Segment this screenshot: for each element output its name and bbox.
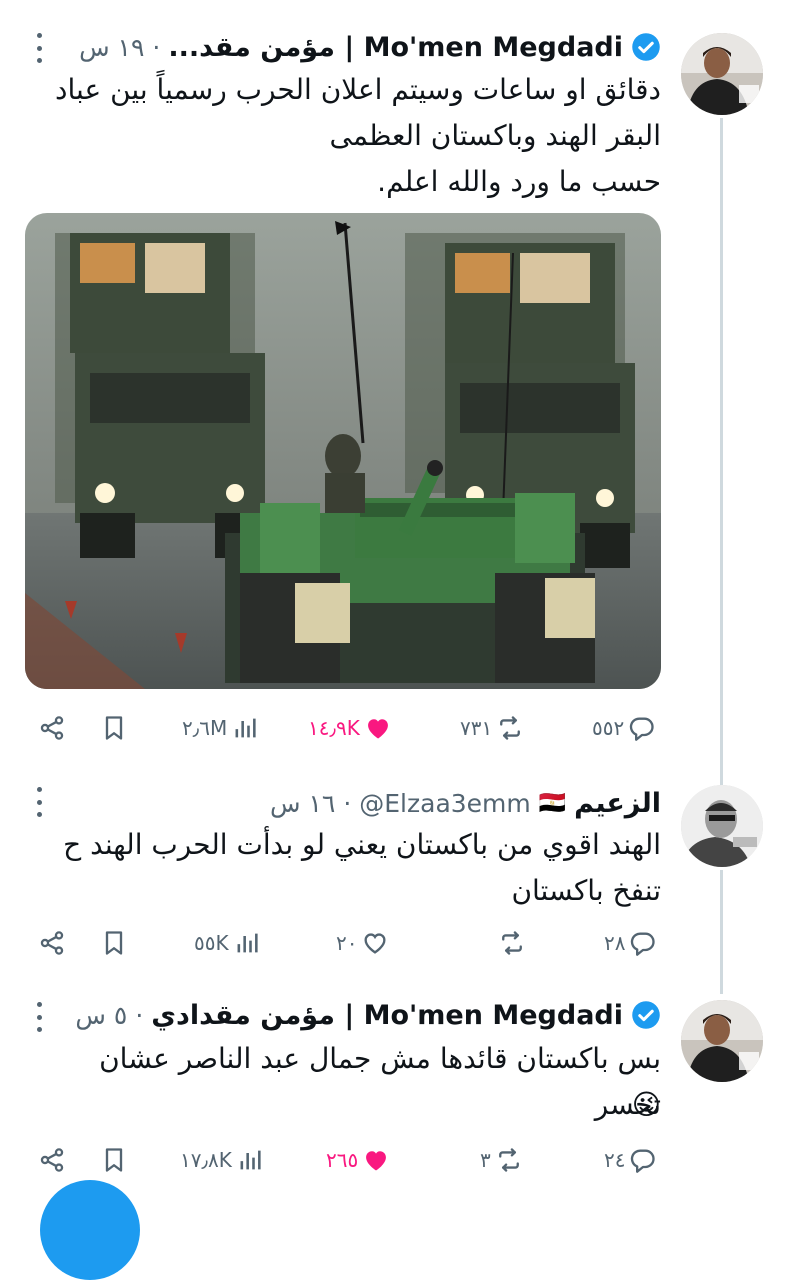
bookmark-button[interactable] (100, 708, 128, 748)
retweet-button[interactable]: ٣ (480, 1140, 523, 1180)
share-icon (40, 931, 64, 955)
tweet-2[interactable]: الزعيم 🇪🇬 @Elzaa3emm · ١٦ س الهند اقوي م… (0, 775, 789, 990)
views-stat[interactable]: ١٧٫٨K (180, 1140, 264, 1180)
like-count: ٢٦٥ (326, 1148, 359, 1172)
share-icon (40, 1148, 64, 1172)
share-button[interactable] (38, 923, 66, 963)
retweet-count: ٧٣١ (460, 716, 493, 740)
egypt-flag-icon: 🇪🇬 (538, 790, 567, 816)
reply-icon (631, 1149, 656, 1173)
retweet-icon (500, 716, 521, 740)
bookmark-icon (105, 716, 123, 740)
bookmark-icon (105, 1148, 123, 1172)
separator-dot: · (343, 788, 352, 818)
more-options-icon[interactable] (34, 787, 44, 817)
like-button[interactable]: ١٤٫٩K (308, 708, 392, 748)
reply-count: ٢٨ (604, 931, 626, 955)
wink-emoji: 😉 (631, 1088, 661, 1121)
retweet-icon (498, 1148, 519, 1172)
avatar[interactable] (681, 1000, 763, 1082)
more-options-icon[interactable] (34, 1002, 44, 1032)
share-button[interactable] (38, 708, 66, 748)
more-options-icon[interactable] (34, 33, 44, 63)
tweet-actions: ١٧٫٨K ٢٦٥ ٣ ٢٤ (26, 1140, 666, 1180)
reply-button[interactable]: ٢٨ (604, 923, 657, 963)
timestamp[interactable]: ١٩ س (79, 33, 144, 62)
tweet-actions: ٢٫٦M ١٤٫٩K ٧٣١ ٥٥٢ (26, 708, 666, 748)
reply-icon (631, 932, 656, 956)
tweet-1[interactable]: Mo'men Megdadi | مؤمن مقد... · ١٩ س دقائ… (0, 0, 789, 775)
views-stat[interactable]: ٢٫٦M (182, 708, 259, 748)
tweet-text: دقائق او ساعات وسيتم اعلان الحرب رسمياً … (55, 73, 661, 198)
separator-dot: · (135, 1000, 144, 1030)
like-button[interactable]: ٢٠ (336, 923, 389, 963)
share-icon (40, 716, 64, 740)
views-count: ١٧٫٨K (180, 1148, 232, 1172)
like-count: ١٤٫٩K (308, 716, 360, 740)
tweet-actions: ٥٥K ٢٠ ٢٨ (26, 923, 666, 963)
views-count: ٥٥K (194, 931, 229, 955)
reply-button[interactable]: ٢٤ (604, 1140, 657, 1180)
views-count: ٢٫٦M (182, 716, 228, 740)
views-icon (235, 718, 256, 738)
bookmark-icon (105, 931, 123, 955)
heart-filled-icon (366, 1151, 387, 1171)
avatar[interactable] (681, 33, 763, 115)
share-button[interactable] (38, 1140, 66, 1180)
views-icon (240, 1150, 261, 1170)
tweet-3[interactable]: Mo'men Megdadi | مؤمن مقدادي · ٥ س بس با… (0, 990, 789, 1200)
views-stat[interactable]: ٥٥K (194, 923, 261, 963)
views-icon (237, 933, 258, 953)
retweet-button[interactable]: ٧٣١ (460, 708, 524, 748)
like-count: ٢٠ (336, 931, 358, 955)
reply-button[interactable]: ٥٥٢ (592, 708, 656, 748)
heart-icon (364, 933, 386, 954)
verified-badge-icon (632, 1001, 660, 1029)
avatar[interactable] (681, 785, 763, 867)
tweet-image[interactable] (25, 213, 661, 689)
compose-button[interactable] (40, 1180, 140, 1280)
retweet-icon (502, 931, 522, 955)
timestamp[interactable]: ٥ س (75, 1001, 127, 1030)
reply-count: ٥٥٢ (592, 716, 625, 740)
bookmark-button[interactable] (100, 1140, 128, 1180)
tweet-text: الهند اقوي من باكستان يعني لو بدأت الحرب… (63, 828, 661, 907)
bookmark-button[interactable] (100, 923, 128, 963)
display-name[interactable]: Mo'men Megdadi | مؤمن مقد... (168, 32, 623, 63)
reply-icon (630, 717, 654, 741)
retweet-count: ٣ (480, 1148, 491, 1172)
separator-dot: · (152, 32, 161, 62)
heart-filled-icon (367, 719, 388, 739)
reply-count: ٢٤ (604, 1148, 626, 1172)
display-name[interactable]: الزعيم (574, 788, 661, 819)
like-button[interactable]: ٢٦٥ (326, 1140, 390, 1180)
display-name[interactable]: Mo'men Megdadi | مؤمن مقدادي (151, 1000, 623, 1031)
user-handle[interactable]: @Elzaa3emm (359, 789, 531, 818)
retweet-button[interactable] (494, 923, 526, 963)
timestamp[interactable]: ١٦ س (270, 789, 335, 818)
verified-badge-icon (632, 33, 660, 61)
